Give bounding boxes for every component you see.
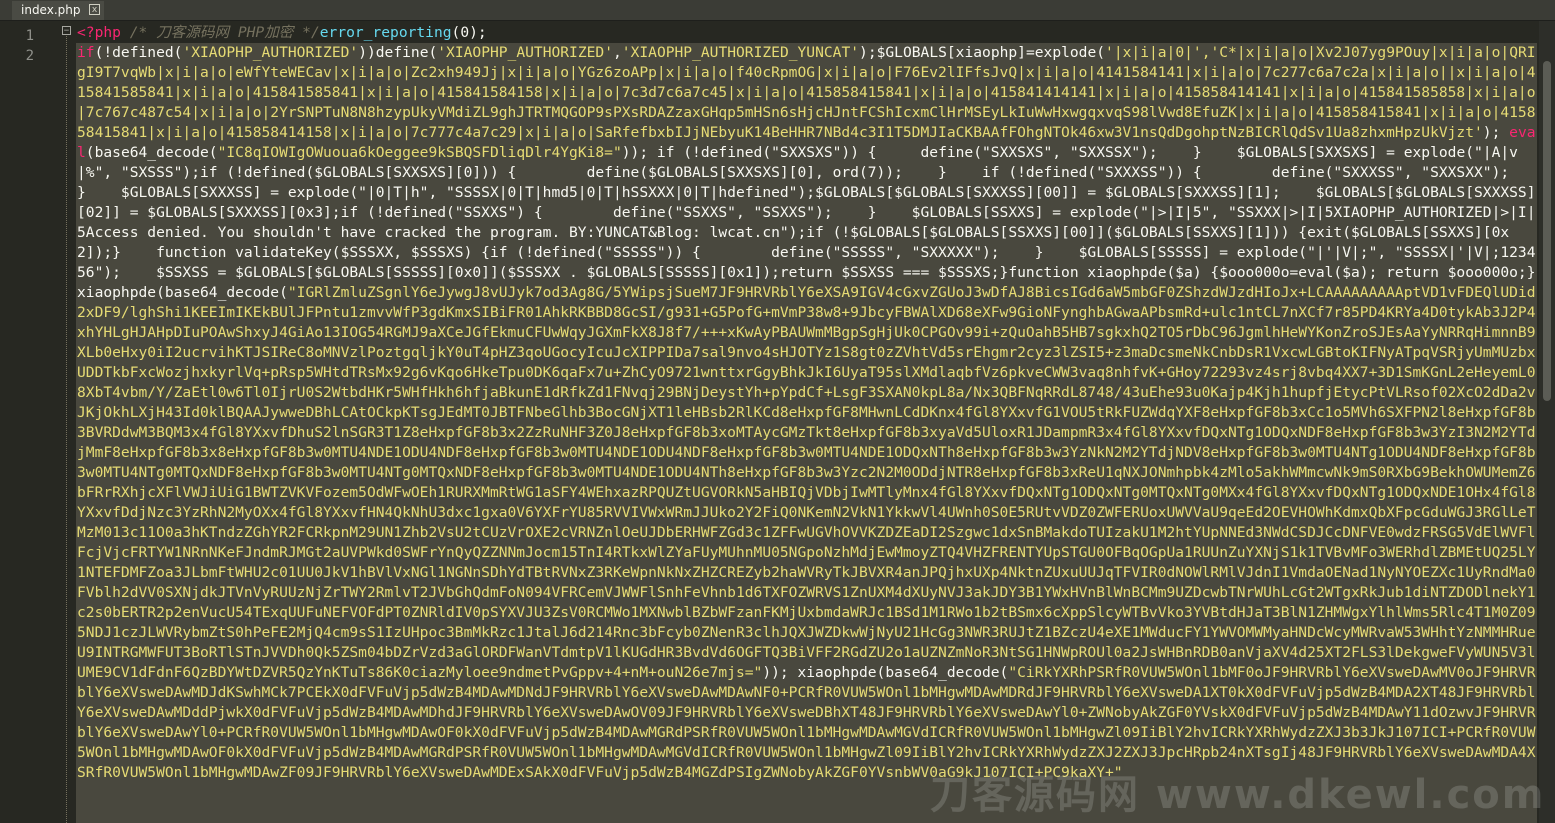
code-line-1[interactable]: <?php /* 刀客源码网 PHP加密 */error_reporting(0… (77, 23, 487, 43)
code-line-2[interactable]: if(!defined('XIAOPHP_AUTHORIZED'))define… (77, 43, 1537, 823)
code-text: ); (1482, 124, 1510, 141)
tab-bar: index.php x (0, 0, 1555, 21)
code-string: "IGRlZmluZSgnlY6eJywgJ8vUJyk7od3Ag8G/5YW… (77, 284, 1536, 681)
code-comment: /* 刀客源码网 PHP加密 */ (120, 24, 320, 41)
tab-title: index.php (21, 3, 81, 17)
line-number-gutter: 1 2 (0, 21, 56, 823)
code-text: )); xiaophpde(base64_decode( (762, 664, 1009, 681)
code-function: error_reporting (319, 24, 452, 41)
watermark: 刀客源码网 www.dkewl.com (930, 772, 1546, 818)
code-string: "IC8qIOWIgOWuoua6kOeggee9kSBQSFDliqDlr4Y… (217, 144, 622, 161)
line-number: 1 (25, 28, 34, 44)
tab-index-php[interactable]: index.php x (12, 1, 104, 20)
scrollbar-thumb[interactable] (1543, 61, 1551, 401)
fold-guide-line (66, 36, 68, 823)
code-text: , (613, 44, 622, 61)
close-icon[interactable]: x (89, 4, 100, 15)
code-args: (0); (451, 24, 487, 41)
code-text: );$GLOBALS[xiaophp]=explode( (859, 44, 1106, 61)
vertical-scrollbar[interactable] (1539, 21, 1555, 823)
fold-toggle-icon[interactable]: − (62, 26, 71, 36)
code-string: 'XIAOPHP_AUTHORIZED' (182, 44, 359, 61)
code-string: 'XIAOPHP_AUTHORIZED_YUNCAT' (621, 44, 860, 61)
code-keyword: if (77, 44, 95, 61)
code-text: )); if (!defined("SXXSXS")) { define("SX… (77, 144, 1536, 301)
code-text: (base64_decode( (85, 144, 218, 161)
code-text: ))define( (358, 44, 438, 61)
code-string: 'XIAOPHP_AUTHORIZED' (437, 44, 613, 61)
line-number: 2 (25, 48, 34, 64)
code-text: (!defined( (94, 44, 183, 61)
php-open-tag: <?php (77, 24, 121, 41)
